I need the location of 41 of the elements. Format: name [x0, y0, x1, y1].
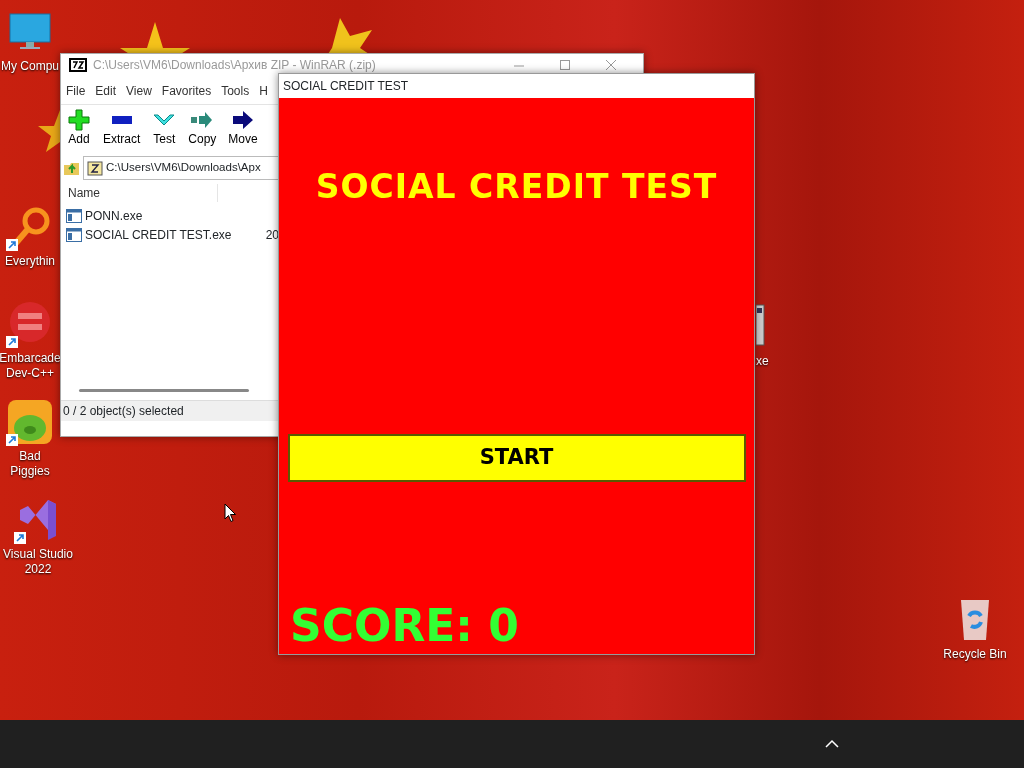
- file-name[interactable]: PONN.exe: [85, 206, 275, 225]
- archive-icon: [87, 160, 103, 176]
- close-icon: [604, 59, 618, 71]
- toolbar-button[interactable]: Move: [224, 108, 262, 151]
- cursor-icon: [224, 503, 237, 523]
- app-logo: [69, 58, 87, 72]
- icon-label: Embarcade Dev-C++: [0, 351, 61, 381]
- add-icon: [67, 108, 91, 132]
- score-text: SCORE: 0: [290, 601, 519, 650]
- icon-label: xe: [756, 354, 769, 369]
- extract-icon: [111, 116, 132, 124]
- icon-label: Visual Studio 2022: [2, 547, 74, 577]
- menu-item[interactable]: Edit: [95, 82, 117, 102]
- icon-label: Bad Piggies: [9, 449, 51, 479]
- scrollbar-thumb[interactable]: [79, 389, 249, 392]
- file-name[interactable]: SOCIAL CREDIT TEST.exe: [85, 225, 263, 244]
- menu-item[interactable]: View: [126, 82, 152, 102]
- icon-label: My Compu: [1, 59, 59, 74]
- menu-item[interactable]: H: [259, 82, 268, 102]
- file-size: 20: [265, 226, 279, 244]
- window-title: SOCIAL CREDIT TEST: [283, 78, 409, 95]
- exe-file-icon: [66, 208, 82, 223]
- status-text: 0 / 2 object(s) selected: [63, 403, 184, 420]
- address-field[interactable]: C:\Users\VM6\Downloads\Apx: [83, 156, 279, 180]
- exe-file-icon: [66, 227, 82, 242]
- toolbar-button[interactable]: Add: [63, 108, 95, 151]
- start-button[interactable]: START: [287, 433, 746, 482]
- game-heading: SOCIAL CREDIT TEST: [315, 166, 718, 208]
- toolbar-button[interactable]: Copy: [184, 108, 221, 151]
- toolbar-button[interactable]: Extract: [99, 108, 145, 151]
- window-title: C:\Users\VM6\Downloads\Архив ZIP - WinRAR (.zip): [93, 57, 377, 74]
- maximize-icon: [558, 59, 572, 71]
- chevron-icon[interactable]: [825, 739, 839, 748]
- icon-label: Recycle Bin: [943, 647, 1007, 662]
- toolbar-button[interactable]: Test: [148, 108, 181, 151]
- icon-label: Everythin: [5, 254, 55, 269]
- menu-item[interactable]: Tools: [221, 82, 250, 102]
- menu-item[interactable]: File: [66, 82, 86, 102]
- app-icon[interactable]: [6, 398, 54, 446]
- menu-item[interactable]: Favorites: [161, 82, 212, 102]
- column-header[interactable]: Name: [68, 184, 218, 202]
